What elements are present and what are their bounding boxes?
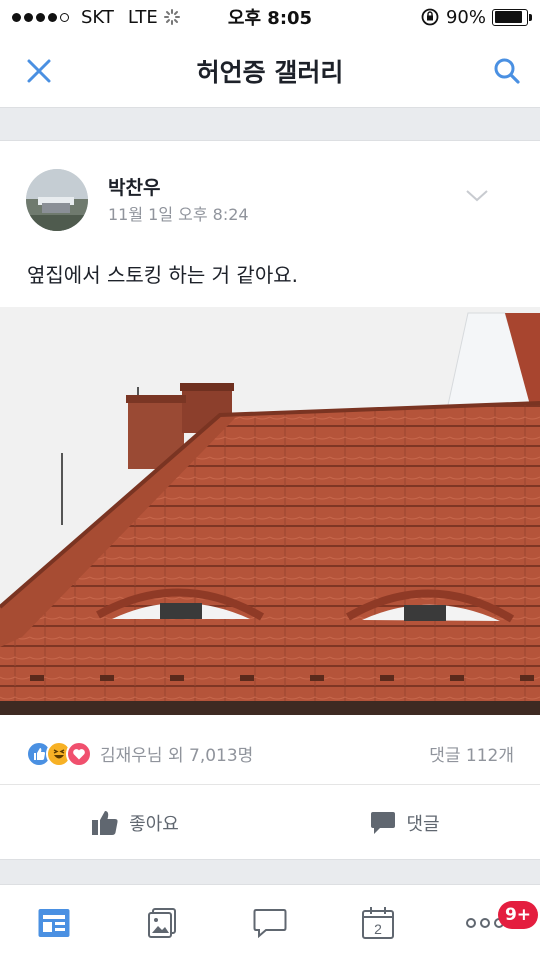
tab-messages[interactable] [216,885,324,960]
post-author[interactable]: 박찬우 [108,173,160,200]
post-actions: 좋아요 댓글 [0,785,540,861]
search-icon [494,58,520,84]
tab-photos[interactable] [108,885,216,960]
comment-bubble-icon [371,812,396,834]
chevron-down-icon[interactable] [464,185,490,205]
notification-badge: 9+ [498,901,538,929]
thumbs-up-icon [92,811,118,835]
comment-button-label: 댓글 [406,814,440,835]
status-bar: SKT LTE 오후 8:05 90% [0,0,540,34]
post-timestamp[interactable]: 11월 1일 오후 8:24 [108,201,249,225]
love-icon [66,740,92,767]
reactions-row[interactable]: 김재우님 외 7,013명 댓글 112개 [0,723,540,785]
news-feed-icon [38,908,70,937]
page-title: 허언증 갤러리 [196,57,344,87]
reaction-icons [26,740,92,767]
roof-photo-image [0,307,540,715]
tab-news-feed[interactable] [0,885,108,960]
bottom-tab-bar: 2 9+ [0,884,540,960]
search-button[interactable] [490,54,524,88]
battery-icon [492,8,532,26]
carrier-label: SKT [81,6,114,28]
rotation-lock-icon [421,8,439,26]
like-button-label: 좋아요 [129,814,179,835]
network-label: LTE [127,6,158,28]
signal-icon [12,12,69,22]
photos-icon [148,907,176,938]
close-button[interactable] [22,54,56,88]
like-button[interactable]: 좋아요 [0,785,270,861]
events-day-number: 2 [374,921,382,937]
messages-icon [253,908,287,938]
post-photo[interactable] [0,307,540,715]
loading-spinner-icon [163,9,180,25]
comment-button[interactable]: 댓글 [270,785,540,861]
navigation-header: 허언증 갤러리 [0,34,540,108]
status-right: 90% [420,6,532,28]
battery-percent: 90% [445,6,486,28]
post-card: 박찬우 11월 1일 오후 8:24 옆집에서 스토킹 하는 거 같아요. 김재… [0,140,540,860]
avatar-image [26,169,88,231]
post-text: 옆집에서 스토킹 하는 거 같아요. [27,263,298,287]
reaction-summary[interactable]: 김재우님 외 7,013명 [100,741,253,766]
close-icon [27,59,51,83]
tab-events[interactable]: 2 [324,885,432,960]
avatar[interactable] [26,169,88,231]
comment-count[interactable]: 댓글 112개 [429,741,514,766]
events-icon: 2 [362,906,394,939]
tab-more[interactable]: 9+ [432,885,540,960]
status-left: SKT LTE [12,7,180,28]
battery-level [494,11,523,23]
